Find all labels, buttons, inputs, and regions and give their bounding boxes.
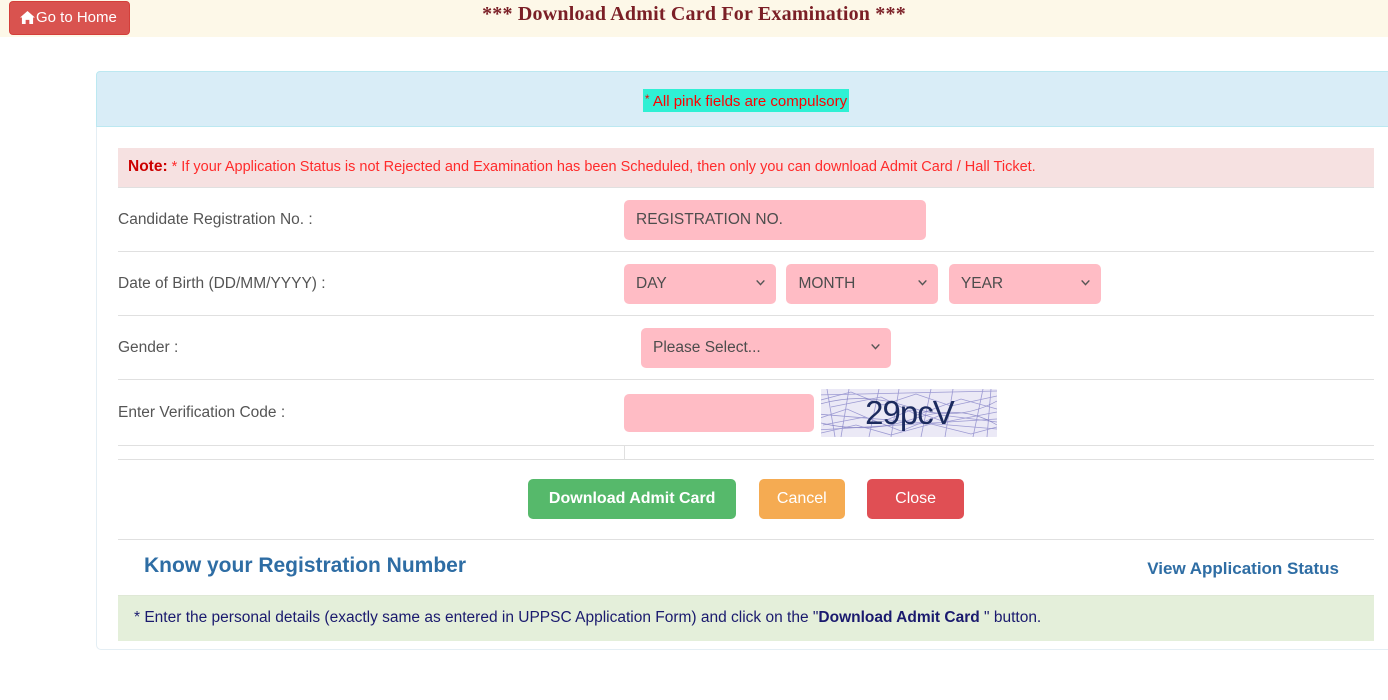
dob-day-select[interactable]: DAY bbox=[624, 263, 776, 304]
dob-year-select[interactable]: YEAR bbox=[948, 263, 1101, 304]
view-application-status-link[interactable]: View Application Status bbox=[1147, 559, 1339, 579]
footer-prefix: * Enter the personal details (exactly sa… bbox=[134, 609, 819, 626]
table-row-dob: Date of Birth (DD/MM/YYYY) : DAY MONTH Y… bbox=[118, 251, 1374, 316]
know-your-registration-number-link[interactable]: Know your Registration Number bbox=[144, 554, 466, 577]
admit-card-form-table: Candidate Registration No. : Date of Bir… bbox=[118, 187, 1374, 460]
verification-field-cell: 29pcV bbox=[624, 379, 1374, 446]
verification-code-input[interactable] bbox=[624, 393, 814, 432]
gender-select[interactable]: Please Select... bbox=[641, 327, 891, 368]
download-admit-card-button[interactable]: Download Admit Card bbox=[527, 479, 737, 519]
table-row-spacer bbox=[118, 445, 1374, 460]
spacer-left-cell bbox=[118, 445, 625, 460]
dob-label: Date of Birth (DD/MM/YYYY) : bbox=[118, 251, 624, 316]
dob-month-select[interactable]: MONTH bbox=[786, 263, 939, 304]
compulsory-label: All pink fields are compulsory bbox=[649, 93, 848, 110]
spacer-right-cell bbox=[624, 445, 1374, 460]
verification-label: Enter Verification Code : bbox=[118, 379, 624, 446]
table-row-registration: Candidate Registration No. : bbox=[118, 187, 1374, 252]
top-header-bar: Go to Home *** Download Admit Card For E… bbox=[0, 0, 1388, 37]
dob-year-value: YEAR bbox=[948, 263, 1101, 304]
page-title: *** Download Admit Card For Examination … bbox=[482, 3, 906, 25]
gender-selected-value: Please Select... bbox=[641, 327, 891, 368]
dob-field-cell: DAY MONTH YEAR bbox=[624, 251, 1374, 316]
gender-label: Gender : bbox=[118, 315, 624, 380]
cancel-button[interactable]: Cancel bbox=[758, 479, 845, 519]
captcha-image: 29pcV bbox=[821, 388, 998, 437]
note-text: * If your Application Status is not Reje… bbox=[167, 159, 1036, 175]
panel-body: Note: * If your Application Status is no… bbox=[97, 127, 1388, 649]
compulsory-fields-notice: * All pink fields are compulsory bbox=[642, 89, 850, 112]
table-row-verification: Enter Verification Code : 29pcV bbox=[118, 379, 1374, 446]
links-row: Know your Registration Number View Appli… bbox=[118, 539, 1374, 595]
close-button[interactable]: Close bbox=[867, 479, 965, 519]
dob-month-value: MONTH bbox=[786, 263, 939, 304]
admit-card-panel: * All pink fields are compulsory Note: *… bbox=[96, 71, 1388, 650]
panel-header: * All pink fields are compulsory bbox=[96, 71, 1388, 127]
note-label: Note: bbox=[128, 158, 168, 175]
gender-field-cell: Please Select... bbox=[624, 315, 1374, 380]
footer-bold-text: Download Admit Card bbox=[818, 609, 985, 626]
footer-instruction: * Enter the personal details (exactly sa… bbox=[118, 595, 1374, 641]
form-actions: Download Admit Card Cancel Close bbox=[118, 460, 1374, 539]
panel-bottom-spacer bbox=[118, 641, 1374, 649]
table-row-gender: Gender : Please Select... bbox=[118, 315, 1374, 380]
note-banner: Note: * If your Application Status is no… bbox=[118, 148, 1374, 187]
footer-suffix: " button. bbox=[984, 609, 1042, 626]
dob-day-value: DAY bbox=[624, 263, 776, 304]
captcha-text: 29pcV bbox=[865, 393, 955, 431]
registration-label: Candidate Registration No. : bbox=[118, 187, 624, 252]
registration-field-cell bbox=[624, 187, 1374, 252]
registration-number-input[interactable] bbox=[624, 199, 926, 240]
